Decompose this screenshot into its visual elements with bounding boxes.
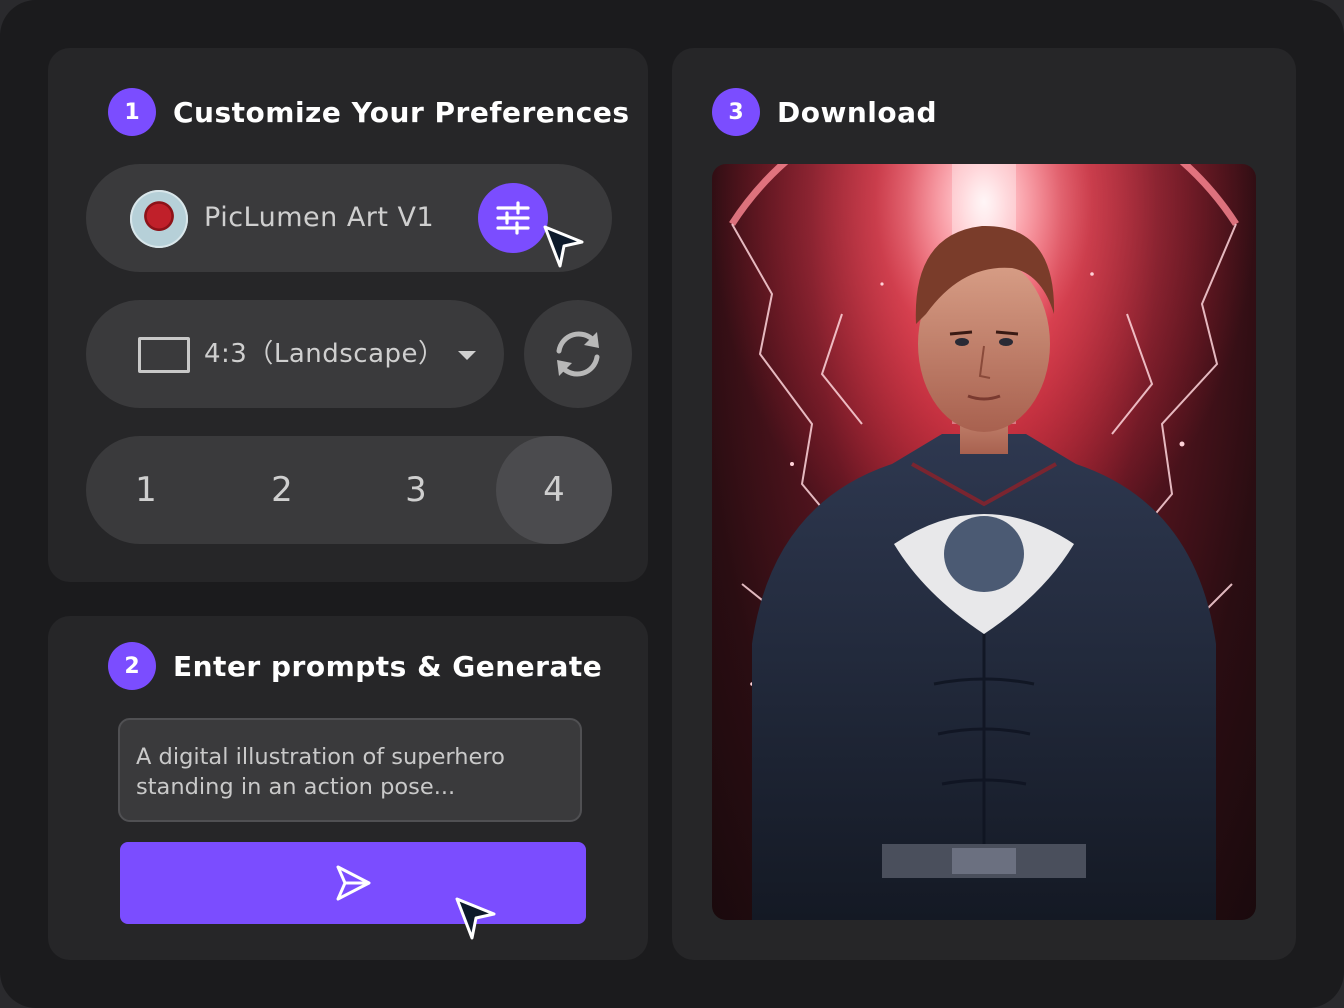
refresh-icon [556, 331, 600, 377]
step-1-badge: 1 [108, 88, 156, 136]
step-2-badge: 2 [108, 642, 156, 690]
count-option-3[interactable]: 3 [358, 436, 474, 544]
send-icon [336, 865, 371, 901]
app-frame: 1 Customize Your Preferences PicLumen Ar… [0, 0, 1344, 1008]
preferences-card: 1 Customize Your Preferences PicLumen Ar… [48, 48, 648, 582]
prompt-card: 2 Enter prompts & Generate A digital ill… [48, 616, 648, 960]
caret-down-icon [458, 351, 476, 360]
prompt-input[interactable]: A digital illustration of superhero stan… [118, 718, 582, 822]
step-2-header: 2 Enter prompts & Generate [108, 642, 602, 690]
download-card: 3 Download [672, 48, 1296, 960]
generate-button[interactable] [120, 842, 586, 924]
step-3-header: 3 Download [712, 88, 937, 136]
count-option-2[interactable]: 2 [224, 436, 340, 544]
step-3-title: Download [777, 95, 938, 129]
count-option-4[interactable]: 4 [496, 436, 612, 544]
count-option-1[interactable]: 1 [88, 436, 204, 544]
model-selector[interactable]: PicLumen Art V1 [86, 164, 612, 272]
pointer-cursor-icon [455, 897, 496, 940]
generated-image[interactable] [712, 164, 1256, 920]
model-name: PicLumen Art V1 [204, 202, 435, 233]
pointer-cursor-icon [543, 225, 584, 268]
aspect-ratio-label: 4:3（Landscape） [204, 339, 445, 369]
step-1-title: Customize Your Preferences [173, 95, 630, 129]
superhero-illustration [712, 164, 1256, 920]
image-count-selector: 1 2 3 4 [86, 436, 612, 544]
step-3-badge: 3 [712, 88, 760, 136]
rectangle-icon [138, 337, 190, 373]
step-1-header: 1 Customize Your Preferences [108, 88, 630, 136]
rose-icon [130, 190, 188, 248]
step-2-title: Enter prompts & Generate [173, 649, 603, 683]
aspect-ratio-select[interactable]: 4:3（Landscape） [86, 300, 504, 408]
sliders-icon [496, 201, 530, 235]
refresh-button[interactable] [524, 300, 632, 408]
model-settings-button[interactable] [478, 183, 548, 253]
